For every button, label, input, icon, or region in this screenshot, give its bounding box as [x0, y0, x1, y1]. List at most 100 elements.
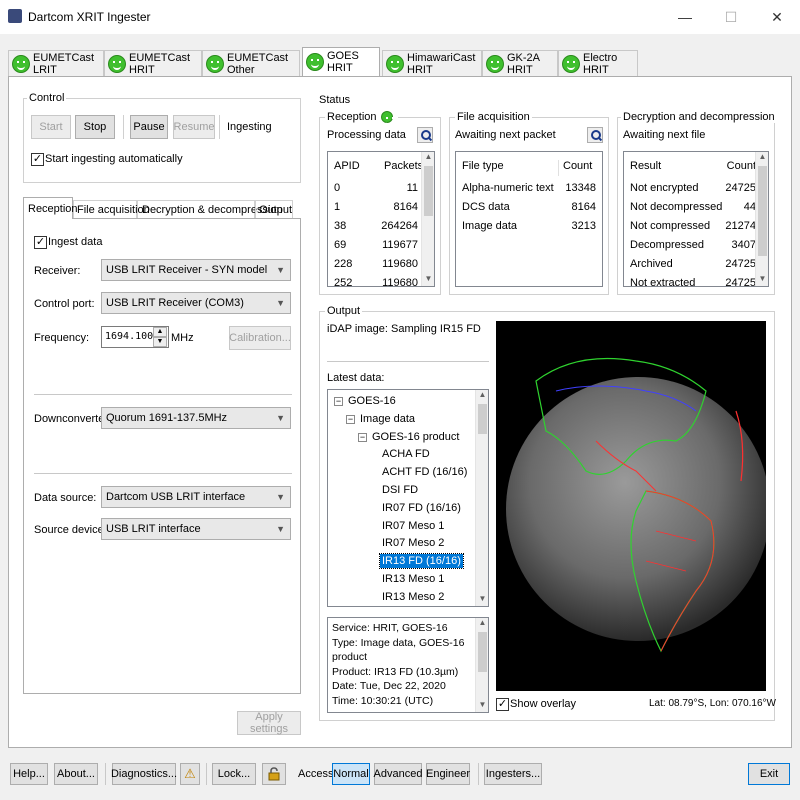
- pause-button[interactable]: Pause: [130, 115, 168, 139]
- resume-button[interactable]: Resume: [173, 115, 215, 139]
- subtab-reception[interactable]: Reception: [23, 197, 78, 219]
- subtab-output[interactable]: Output: [255, 200, 293, 219]
- scroll-up-icon[interactable]: ▲: [476, 618, 488, 630]
- count-cell[interactable]: 24725: [712, 182, 756, 194]
- access-engineer-button[interactable]: Engineer: [426, 763, 470, 785]
- result-cell[interactable]: Not encrypted: [630, 182, 698, 194]
- apid-cell[interactable]: 228: [334, 258, 352, 270]
- about-button[interactable]: About...: [54, 763, 98, 785]
- result-cell[interactable]: Decompressed: [630, 239, 704, 251]
- column-header[interactable]: Result: [630, 160, 661, 172]
- diagnostics-button[interactable]: Diagnostics...: [111, 763, 177, 785]
- tree-item[interactable]: IR07 FD (16/16): [380, 501, 463, 515]
- scrollbar[interactable]: ▲ ▼: [755, 152, 768, 286]
- receiver-select[interactable]: USB LRIT Receiver - SYN model ▼: [101, 259, 291, 281]
- apid-cell[interactable]: 0: [334, 182, 340, 194]
- scroll-thumb[interactable]: [424, 166, 433, 216]
- lock-button[interactable]: Lock...: [212, 763, 256, 785]
- latest-data-tree[interactable]: − GOES-16− Image data − GOES-16 product ACHA …: [327, 389, 489, 607]
- tree-item[interactable]: GOES-16 product: [370, 430, 461, 444]
- packets-cell[interactable]: 119680: [378, 277, 418, 286]
- calibration-button[interactable]: Calibration...: [229, 326, 291, 350]
- count-cell[interactable]: 3213: [552, 220, 596, 232]
- start-button[interactable]: Start: [31, 115, 71, 139]
- result-cell[interactable]: Not extracted: [630, 277, 695, 286]
- subtab-decryption[interactable]: Decryption & decompression: [137, 200, 283, 219]
- spin-up-icon[interactable]: ▲: [153, 327, 167, 337]
- auto-start-checkbox[interactable]: ✓: [31, 153, 44, 166]
- collapse-icon[interactable]: −: [346, 414, 355, 424]
- minimize-button[interactable]: —: [662, 0, 708, 34]
- file-type-cell[interactable]: Image data: [462, 220, 517, 232]
- tab-himawaricast-hrit[interactable]: HimawariCast HRIT: [382, 50, 482, 76]
- scrollbar[interactable]: ▲ ▼: [421, 152, 434, 286]
- downconverter-select[interactable]: Quorum 1691-137.5MHz ▼: [101, 407, 291, 429]
- access-normal-button[interactable]: Normal: [332, 763, 370, 785]
- tree-item[interactable]: IR07 Meso 2: [380, 536, 446, 550]
- scroll-thumb[interactable]: [758, 166, 767, 256]
- file-type-cell[interactable]: Alpha-numeric text: [462, 182, 554, 194]
- column-header[interactable]: Count: [720, 160, 756, 172]
- access-advanced-button[interactable]: Advanced: [374, 763, 422, 785]
- scroll-down-icon[interactable]: ▼: [476, 594, 488, 606]
- count-cell[interactable]: 3407: [712, 239, 756, 251]
- ingesters-button[interactable]: Ingesters...: [484, 763, 542, 785]
- scroll-up-icon[interactable]: ▲: [756, 152, 768, 164]
- scroll-down-icon[interactable]: ▼: [476, 700, 488, 712]
- collapse-icon[interactable]: −: [358, 432, 367, 442]
- count-cell[interactable]: 24725: [712, 277, 756, 286]
- tree-item[interactable]: IR13 Meso 1: [380, 572, 446, 586]
- scrollbar[interactable]: ▲ ▼: [475, 618, 488, 712]
- file-type-cell[interactable]: DCS data: [462, 201, 510, 213]
- tab-electro-hrit[interactable]: Electro HRIT: [558, 50, 638, 76]
- scroll-down-icon[interactable]: ▼: [756, 274, 768, 286]
- spin-down-icon[interactable]: ▼: [153, 337, 167, 347]
- warning-icon[interactable]: ⚠: [180, 763, 200, 785]
- count-cell[interactable]: 21274: [712, 220, 756, 232]
- apid-cell[interactable]: 1: [334, 201, 340, 213]
- result-cell[interactable]: Not compressed: [630, 220, 710, 232]
- result-cell[interactable]: Not decompressed: [630, 201, 722, 213]
- show-overlay-checkbox[interactable]: ✓: [496, 698, 509, 711]
- column-header[interactable]: Packets: [384, 160, 423, 172]
- tab-eumetcast-other[interactable]: EUMETCast Other: [202, 50, 300, 76]
- search-icon[interactable]: [417, 127, 433, 143]
- tab-goes-hrit[interactable]: GOES HRIT: [302, 47, 380, 76]
- scroll-up-icon[interactable]: ▲: [476, 390, 488, 402]
- search-icon[interactable]: [587, 127, 603, 143]
- tree-item[interactable]: GOES-16: [346, 394, 398, 408]
- tree-item[interactable]: IR13 FD (16/16): [379, 553, 464, 570]
- apid-cell[interactable]: 252: [334, 277, 352, 286]
- tab-eumetcast-lrit[interactable]: EUMETCast LRIT: [8, 50, 104, 76]
- packets-cell[interactable]: 264264: [378, 220, 418, 232]
- help-button[interactable]: Help...: [10, 763, 48, 785]
- close-button[interactable]: ✕: [754, 0, 800, 34]
- apid-cell[interactable]: 38: [334, 220, 346, 232]
- subtab-file-acquisition[interactable]: File acquisition: [73, 200, 150, 219]
- padlock-icon[interactable]: [262, 763, 286, 785]
- scrollbar[interactable]: ▲ ▼: [475, 390, 488, 606]
- column-header[interactable]: File type: [462, 160, 504, 172]
- packets-cell[interactable]: 119680: [378, 258, 418, 270]
- maximize-button[interactable]: ☐: [708, 0, 754, 34]
- file-type-list[interactable]: File type Count Alpha-numeric text 13348 D…: [455, 151, 603, 287]
- tree-item[interactable]: Image data: [358, 412, 417, 426]
- tree-item[interactable]: ACHT FD (16/16): [380, 465, 469, 479]
- apid-list[interactable]: APID Packets 0 11 1 8164 38 264264 69 119677 228…: [327, 151, 435, 287]
- control-port-select[interactable]: USB LRIT Receiver (COM3) ▼: [101, 292, 291, 314]
- scroll-up-icon[interactable]: ▲: [422, 152, 434, 164]
- scroll-down-icon[interactable]: ▼: [422, 274, 434, 286]
- count-cell[interactable]: 13348: [552, 182, 596, 194]
- scroll-thumb[interactable]: [478, 404, 487, 434]
- tree-item[interactable]: DSI FD: [380, 483, 420, 497]
- tree-item[interactable]: ACHA FD: [380, 447, 432, 461]
- count-cell[interactable]: 8164: [552, 201, 596, 213]
- packets-cell[interactable]: 8164: [378, 201, 418, 213]
- stop-button[interactable]: Stop: [75, 115, 115, 139]
- tree-item[interactable]: IR13 Meso 2: [380, 590, 446, 604]
- column-header[interactable]: Count: [558, 160, 598, 176]
- tree-item[interactable]: IR07 Meso 1: [380, 519, 446, 533]
- ingest-data-checkbox[interactable]: ✓: [34, 236, 47, 249]
- source-device-select[interactable]: USB LRIT interface ▼: [101, 518, 291, 540]
- count-cell[interactable]: 24725: [712, 258, 756, 270]
